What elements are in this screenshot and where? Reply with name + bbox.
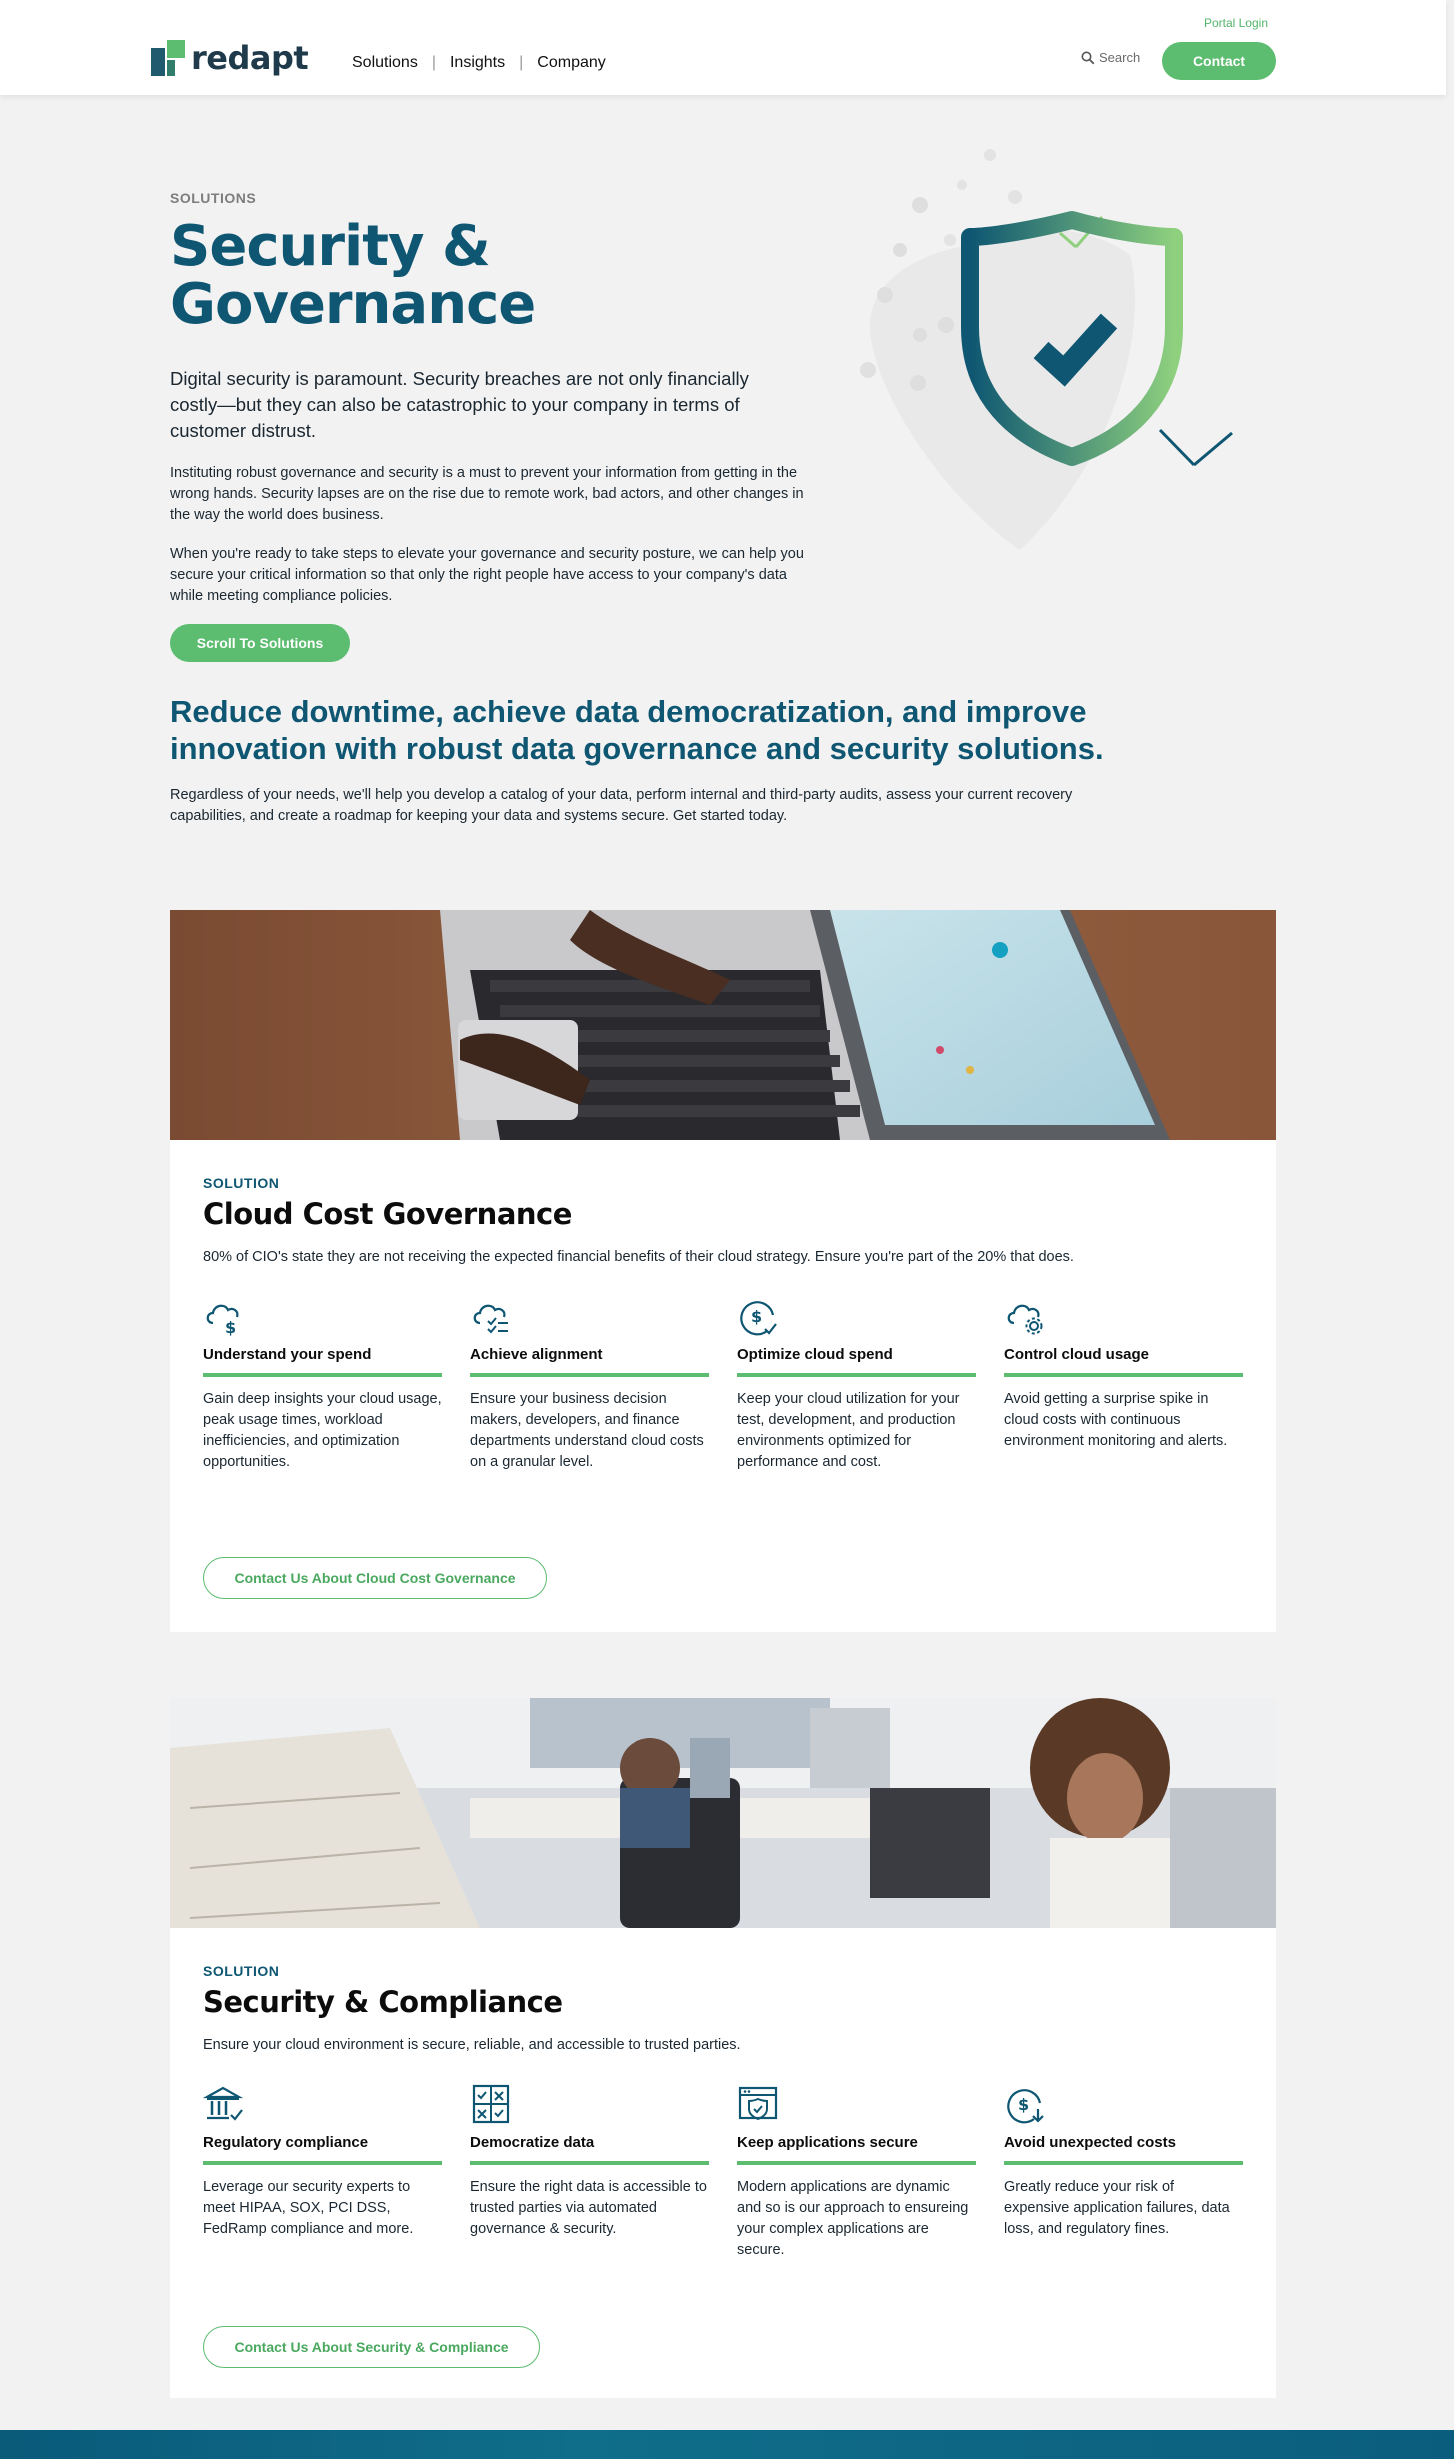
svg-text:$: $	[1018, 2095, 1029, 2114]
solution-label: SOLUTION	[203, 1963, 280, 1979]
contact-security-compliance-button[interactable]: Contact Us About Security & Compliance	[203, 2326, 540, 2368]
solution-description: Ensure your cloud environment is secure,…	[203, 2037, 741, 2053]
nav-solutions[interactable]: Solutions	[352, 54, 418, 72]
feature-title: Understand your spend	[203, 1346, 442, 1377]
feature-title: Optimize cloud spend	[737, 1346, 976, 1377]
main-nav: Solutions | Insights | Company	[352, 54, 606, 72]
feature-title: Regulatory compliance	[203, 2134, 442, 2165]
feature-title: Control cloud usage	[1004, 1346, 1243, 1377]
logo-text: redapt	[191, 39, 309, 77]
hero-paragraph: When you're ready to take steps to eleva…	[170, 546, 804, 604]
bank-check-icon	[202, 2086, 244, 2121]
feature-keep-apps-secure: Keep applications secure Modern applicat…	[737, 2083, 976, 2261]
solution-card-body: SOLUTION Security & Compliance Ensure yo…	[170, 1933, 1276, 2261]
search-label: Search	[1099, 50, 1141, 65]
laptop-photo	[170, 910, 1276, 1140]
feature-text: Avoid getting a surprise spike in cloud …	[1004, 1391, 1228, 1449]
nav-insights[interactable]: Insights	[450, 54, 505, 72]
feature-avoid-unexpected-costs: $ Avoid unexpected costs Greatly reduce …	[1004, 2083, 1243, 2261]
feature-text: Ensure your business decision makers, de…	[470, 1391, 704, 1470]
page-title: Security & Governance	[170, 214, 536, 337]
feature-regulatory-compliance: Regulatory compliance Leverage our secur…	[202, 2083, 442, 2261]
redapt-logo-mark-icon	[151, 40, 185, 76]
feature-title: Democratize data	[470, 2134, 709, 2165]
cloud-dollar-icon: $	[206, 1304, 239, 1337]
contact-cloud-cost-governance-button[interactable]: Contact Us About Cloud Cost Governance	[203, 1557, 547, 1599]
feature-control-usage: Control cloud usage Avoid getting a surp…	[1004, 1295, 1243, 1473]
feature-democratize-data: Democratize data Ensure the right data i…	[470, 2083, 709, 2261]
solution-card-body: SOLUTION Cloud Cost Governance 80% of CI…	[170, 1145, 1276, 1473]
nav-separator: |	[431, 54, 436, 71]
feature-text: Keep your cloud utilization for your tes…	[737, 1391, 960, 1470]
intro-description: Regardless of your needs, we'll help you…	[170, 787, 1073, 824]
feature-title: Avoid unexpected costs	[1004, 2134, 1243, 2165]
cloud-checklist-icon	[473, 1304, 508, 1334]
footer-banner	[0, 2430, 1454, 2459]
feature-list: Regulatory compliance Leverage our secur…	[202, 2083, 1243, 2261]
intro-tagline: Reduce downtime, achieve data democratiz…	[170, 694, 1104, 766]
browser-shield-icon	[738, 2086, 778, 2121]
hero-paragraph: Instituting robust governance and securi…	[170, 465, 804, 523]
feature-text: Ensure the right data is accessible to t…	[470, 2179, 707, 2237]
feature-achieve-alignment: Achieve alignment Ensure your business d…	[470, 1295, 709, 1473]
feature-list: $ Understand your spend Gain deep insigh…	[203, 1295, 1243, 1473]
feature-optimize-spend: $ Optimize cloud spend Keep your cloud u…	[737, 1295, 976, 1473]
cloud-gear-icon	[1007, 1304, 1043, 1335]
feature-understand-spend: $ Understand your spend Gain deep insigh…	[203, 1295, 442, 1473]
svg-text:$: $	[751, 1307, 762, 1326]
search-button[interactable]: Search	[1081, 50, 1140, 65]
feature-title: Keep applications secure	[737, 2134, 976, 2165]
solution-label: SOLUTION	[203, 1175, 280, 1191]
feature-text: Leverage our security experts to meet HI…	[203, 2179, 414, 2237]
scroll-to-solutions-button[interactable]: Scroll To Solutions	[170, 624, 350, 662]
nav-separator: |	[519, 54, 524, 71]
dollar-down-icon: $	[1007, 2089, 1044, 2124]
nav-company[interactable]: Company	[537, 54, 605, 72]
contact-button[interactable]: Contact	[1162, 42, 1276, 80]
shield-check-illustration-icon	[860, 149, 1233, 550]
solution-card-cloud-cost-governance: SOLUTION Cloud Cost Governance 80% of CI…	[170, 910, 1276, 1632]
redapt-logo[interactable]: redapt	[151, 39, 309, 77]
office-photo	[170, 1698, 1276, 1928]
solution-title: Cloud Cost Governance	[203, 1197, 572, 1231]
portal-login-link[interactable]: Portal Login	[1204, 16, 1268, 30]
svg-text:$: $	[225, 1318, 236, 1337]
solution-title: Security & Compliance	[203, 1985, 563, 2019]
feature-text: Gain deep insights your cloud usage, pea…	[203, 1391, 442, 1470]
solution-description: 80% of CIO's state they are not receivin…	[203, 1249, 1074, 1265]
hero-eyebrow: SOLUTIONS	[170, 190, 257, 206]
hero-lead: Digital security is paramount. Security …	[170, 368, 749, 441]
dollar-check-icon: $	[740, 1301, 777, 1336]
grid-checklist-icon	[472, 2084, 510, 2124]
solution-card-security-compliance: SOLUTION Security & Compliance Ensure yo…	[170, 1698, 1276, 2398]
feature-title: Achieve alignment	[470, 1346, 709, 1377]
search-icon	[1081, 51, 1095, 64]
feature-text: Greatly reduce your risk of expensive ap…	[1004, 2179, 1230, 2237]
site-header: redapt Solutions | Insights | Company Po…	[0, 0, 1446, 95]
feature-text: Modern applications are dynamic and so i…	[737, 2179, 969, 2258]
